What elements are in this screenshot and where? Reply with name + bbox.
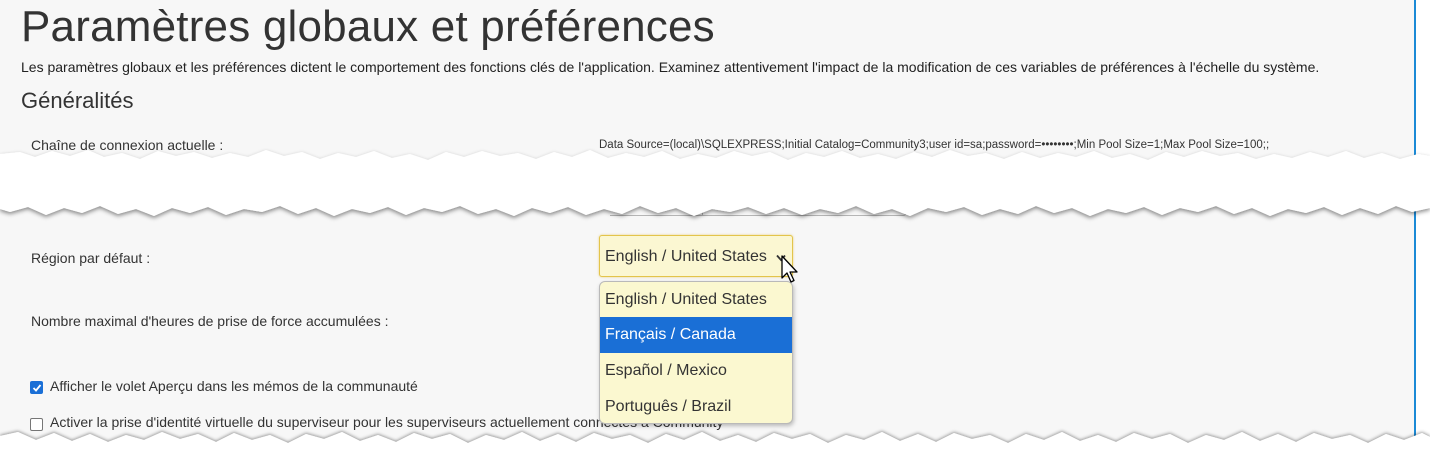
default-region-selected-value: English / United States <box>605 248 767 265</box>
region-option-en-us[interactable]: English / United States <box>600 282 792 318</box>
region-dropdown-list: English / United States Français / Canad… <box>599 281 793 424</box>
page-description: Les paramètres globaux et les préférence… <box>21 59 1320 75</box>
checkmark-icon <box>32 384 42 392</box>
region-option-es-mx[interactable]: Español / Mexico <box>600 353 792 389</box>
section-title-general: Généralités <box>21 88 134 113</box>
preview-pane-label: Afficher le volet Aperçu dans les mémos … <box>50 378 418 394</box>
settings-page: Paramètres globaux et préférences Les pa… <box>0 0 1416 448</box>
torn-paper-bottom-edge <box>0 432 1430 463</box>
mouse-cursor-icon <box>781 255 798 283</box>
max-hours-label: Nombre maximal d'heures de prise de forc… <box>31 313 389 329</box>
default-region-label: Région par défaut : <box>31 250 151 266</box>
default-region-select[interactable]: English / United States <box>599 235 793 277</box>
region-option-fr-ca[interactable]: Français / Canada <box>600 317 792 353</box>
preview-pane-checkbox[interactable] <box>30 381 43 394</box>
page-title: Paramètres globaux et préférences <box>21 2 715 51</box>
torn-paper-gap <box>0 150 1430 216</box>
region-option-pt-br[interactable]: Português / Brazil <box>600 389 792 423</box>
